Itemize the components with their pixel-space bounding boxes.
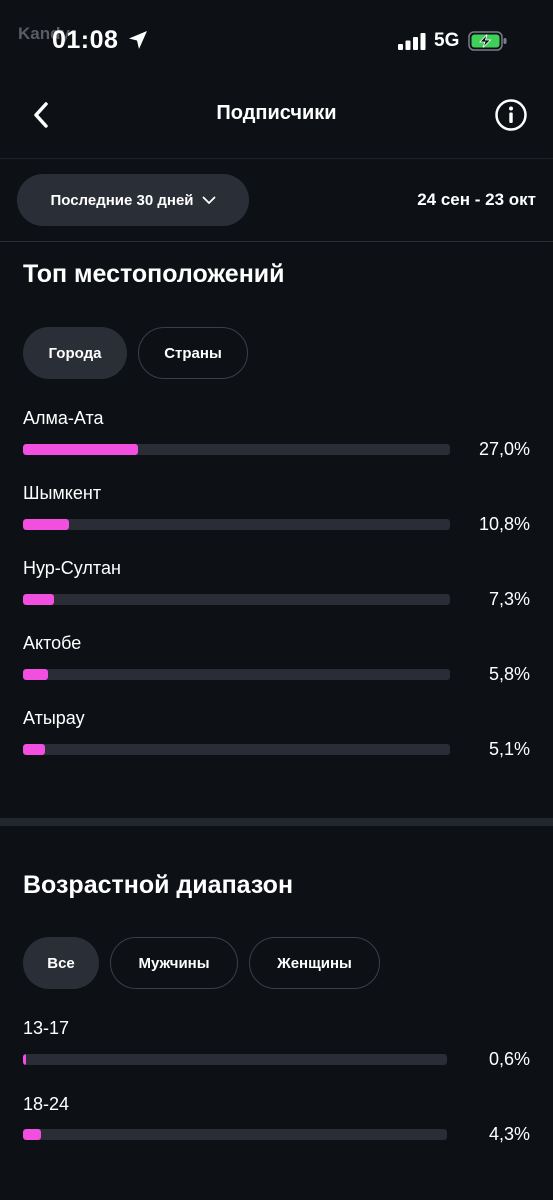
period-dropdown-label: Последние 30 дней xyxy=(50,191,194,209)
progress-fill xyxy=(23,1054,26,1065)
location-value: 7,3% xyxy=(488,589,530,609)
tab-women[interactable]: Женщины xyxy=(249,937,380,989)
age-label: 13-17 xyxy=(23,1018,70,1038)
status-bar: Kandy 01:08 5G xyxy=(0,0,553,80)
tab-cities[interactable]: Города xyxy=(23,327,127,379)
tab-countries-label: Страны xyxy=(164,344,222,362)
location-arrow-icon xyxy=(129,31,147,49)
age-value: 4,3% xyxy=(488,1124,530,1144)
section-divider xyxy=(0,818,553,826)
tab-women-label: Женщины xyxy=(277,954,352,972)
tab-all-label: Все xyxy=(47,954,75,972)
progress-fill xyxy=(23,669,48,680)
tab-countries[interactable]: Страны xyxy=(138,327,248,379)
tab-all[interactable]: Все xyxy=(23,937,99,989)
progress-fill xyxy=(23,594,55,605)
location-value: 10,8% xyxy=(478,514,530,534)
battery-charging-icon xyxy=(468,31,507,51)
progress-track xyxy=(23,669,450,680)
location-label: Шымкент xyxy=(23,483,102,503)
signal-icon xyxy=(398,33,426,50)
status-time: 01:08 xyxy=(52,26,119,54)
locations-section-title: Топ местоположений xyxy=(23,260,285,288)
location-value: 5,8% xyxy=(488,664,530,684)
tab-men-label: Мужчины xyxy=(138,954,210,972)
progress-track xyxy=(23,444,450,455)
tab-cities-label: Города xyxy=(48,344,102,362)
location-label: Актобе xyxy=(23,633,82,653)
info-icon[interactable] xyxy=(494,98,528,132)
page-title: Подписчики xyxy=(216,102,337,124)
progress-fill xyxy=(23,744,45,755)
chevron-down-icon xyxy=(202,196,215,204)
progress-fill xyxy=(23,519,70,530)
progress-track xyxy=(23,1054,447,1065)
filter-row: Последние 30 дней 24 сен - 23 окт xyxy=(0,160,553,242)
progress-fill xyxy=(23,444,139,455)
age-section-title: Возрастной диапазон xyxy=(23,871,294,899)
nav-bar: Подписчики xyxy=(0,80,553,159)
location-label: Атырау xyxy=(23,708,85,728)
location-value: 27,0% xyxy=(478,439,530,459)
progress-track xyxy=(23,519,450,530)
date-range: 24 сен - 23 окт xyxy=(417,190,536,209)
location-label: Алма-Ата xyxy=(23,408,104,428)
tab-men[interactable]: Мужчины xyxy=(110,937,238,989)
period-dropdown[interactable]: Последние 30 дней xyxy=(17,174,249,226)
progress-fill xyxy=(23,1129,42,1140)
age-label: 18-24 xyxy=(23,1094,70,1114)
network-type: 5G xyxy=(434,30,460,51)
location-value: 5,1% xyxy=(488,739,530,759)
age-value: 0,6% xyxy=(488,1049,530,1069)
progress-track xyxy=(23,744,450,755)
screen: Kandy 01:08 5G Подписчики Последние 30 д… xyxy=(0,0,553,1200)
location-label: Нур-Султан xyxy=(23,558,121,578)
progress-track xyxy=(23,1129,447,1140)
progress-track xyxy=(23,594,450,605)
